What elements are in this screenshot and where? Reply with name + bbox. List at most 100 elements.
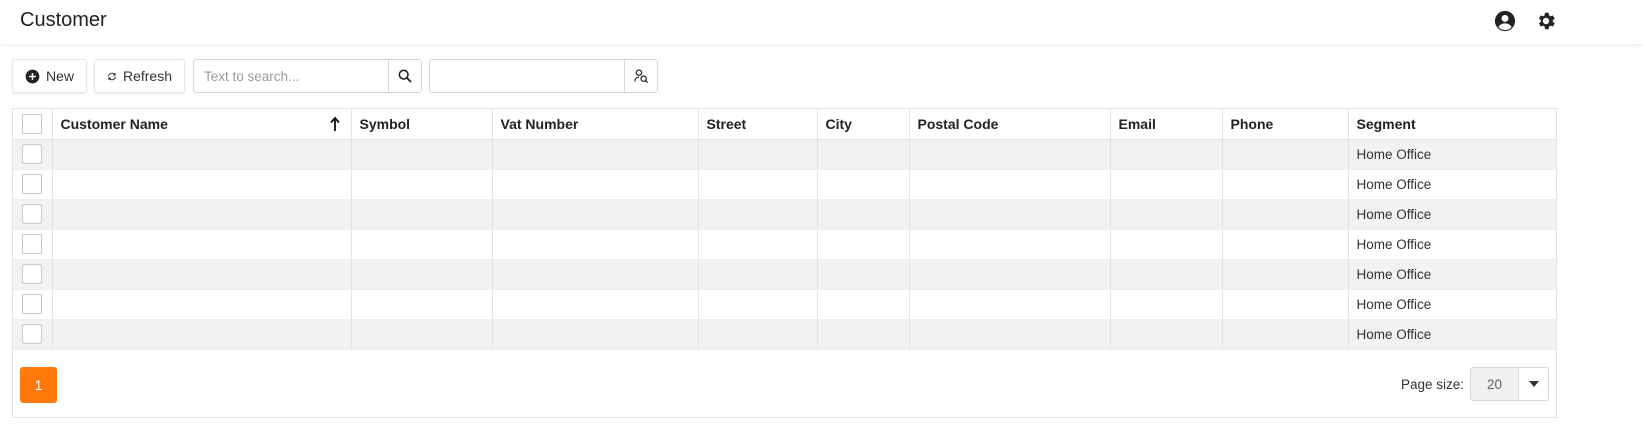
new-button[interactable]: New: [12, 59, 87, 93]
pager: 1 Page size: 20: [13, 351, 1556, 417]
column-header-phone[interactable]: Phone: [1222, 109, 1349, 140]
cell-customer-name: [52, 319, 352, 350]
cell-postal-code: [909, 319, 1111, 350]
page-size-dropdown-button[interactable]: [1518, 368, 1548, 400]
cell-street: [698, 319, 818, 350]
cell-email: [1110, 199, 1223, 230]
cell-city: [817, 199, 910, 230]
top-bar: Customer: [0, 0, 1643, 44]
row-checkbox[interactable]: [22, 174, 43, 194]
cell-phone: [1222, 229, 1349, 260]
column-header-city[interactable]: City: [817, 109, 910, 140]
refresh-icon: [108, 72, 116, 80]
cell-email: [1110, 139, 1223, 170]
table-row[interactable]: Home Office: [13, 139, 1556, 170]
gear-icon[interactable]: [1535, 10, 1557, 32]
page-size-value: 20: [1486, 376, 1503, 392]
row-checkbox[interactable]: [22, 144, 43, 164]
customer-grid: Customer Name Symbol Vat Number Street C…: [12, 108, 1557, 418]
table-row[interactable]: Home Office: [13, 199, 1556, 230]
filter-input[interactable]: [430, 60, 624, 92]
cell-vat-number: [492, 199, 699, 230]
row-checkbox[interactable]: [22, 264, 43, 284]
select-all-checkbox[interactable]: [22, 113, 43, 134]
cell-phone: [1222, 259, 1349, 290]
cell-street: [698, 289, 818, 320]
user-search-icon: [634, 69, 649, 84]
refresh-button[interactable]: Refresh: [94, 59, 185, 93]
table-row[interactable]: Home Office: [13, 289, 1556, 320]
column-header-email[interactable]: Email: [1110, 109, 1223, 140]
cell-postal-code: [909, 139, 1111, 170]
cell-street: [698, 199, 818, 230]
cell-email: [1110, 289, 1223, 320]
cell-street: [698, 139, 818, 170]
advanced-filter-box: [429, 59, 658, 93]
row-select-cell: [13, 229, 53, 260]
page-size-select[interactable]: 20: [1470, 367, 1549, 401]
cell-symbol: [351, 229, 493, 260]
cell-email: [1110, 229, 1223, 260]
search-button[interactable]: [388, 60, 421, 92]
cell-phone: [1222, 289, 1349, 320]
cell-phone: [1222, 139, 1349, 170]
cell-phone: [1222, 319, 1349, 350]
row-checkbox[interactable]: [22, 324, 43, 344]
cell-customer-name: [52, 199, 352, 230]
cell-city: [817, 139, 910, 170]
cell-postal-code: [909, 229, 1111, 260]
search-input[interactable]: [194, 60, 388, 92]
cell-symbol: [351, 169, 493, 200]
search-icon: [398, 69, 412, 83]
cell-phone: [1222, 199, 1349, 230]
column-header-symbol[interactable]: Symbol: [351, 109, 493, 140]
cell-vat-number: [492, 319, 699, 350]
cell-city: [817, 289, 910, 320]
cell-city: [817, 169, 910, 200]
cell-customer-name: [52, 229, 352, 260]
row-checkbox[interactable]: [22, 234, 43, 254]
cell-vat-number: [492, 169, 699, 200]
advanced-search-button[interactable]: [624, 60, 657, 92]
cell-postal-code: [909, 199, 1111, 230]
cell-symbol: [351, 199, 493, 230]
column-header-segment[interactable]: Segment: [1348, 109, 1556, 140]
row-select-cell: [13, 199, 53, 230]
cell-segment: Home Office: [1348, 199, 1556, 230]
refresh-button-label: Refresh: [122, 68, 172, 84]
row-checkbox[interactable]: [22, 294, 43, 314]
table-row[interactable]: Home Office: [13, 319, 1556, 350]
table-row[interactable]: Home Office: [13, 169, 1556, 200]
caret-down-icon: [1528, 381, 1539, 387]
column-header-vat-number[interactable]: Vat Number: [492, 109, 699, 140]
cell-segment: Home Office: [1348, 169, 1556, 200]
new-button-label: New: [45, 68, 74, 84]
cell-street: [698, 169, 818, 200]
table-row[interactable]: Home Office: [13, 229, 1556, 260]
cell-vat-number: [492, 139, 699, 170]
row-select-cell: [13, 169, 53, 200]
column-header-street[interactable]: Street: [698, 109, 818, 140]
cell-vat-number: [492, 289, 699, 320]
cell-symbol: [351, 289, 493, 320]
user-account-icon[interactable]: [1494, 10, 1516, 32]
cell-segment: Home Office: [1348, 319, 1556, 350]
cell-email: [1110, 169, 1223, 200]
header-row: Customer Name Symbol Vat Number Street C…: [13, 109, 1556, 140]
row-checkbox[interactable]: [22, 204, 43, 224]
cell-postal-code: [909, 289, 1111, 320]
cell-customer-name: [52, 289, 352, 320]
column-header-postal-code[interactable]: Postal Code: [909, 109, 1111, 140]
table-row[interactable]: Home Office: [13, 259, 1556, 290]
customer-table: Customer Name Symbol Vat Number Street C…: [13, 109, 1556, 350]
page-button[interactable]: 1: [20, 367, 57, 403]
row-select-cell: [13, 289, 53, 320]
row-select-cell: [13, 319, 53, 350]
cell-city: [817, 229, 910, 260]
cell-segment: Home Office: [1348, 229, 1556, 260]
cell-postal-code: [909, 169, 1111, 200]
cell-vat-number: [492, 259, 699, 290]
plus-circle-icon: [25, 69, 40, 83]
cell-vat-number: [492, 229, 699, 260]
column-header-customer-name[interactable]: Customer Name: [52, 109, 352, 140]
